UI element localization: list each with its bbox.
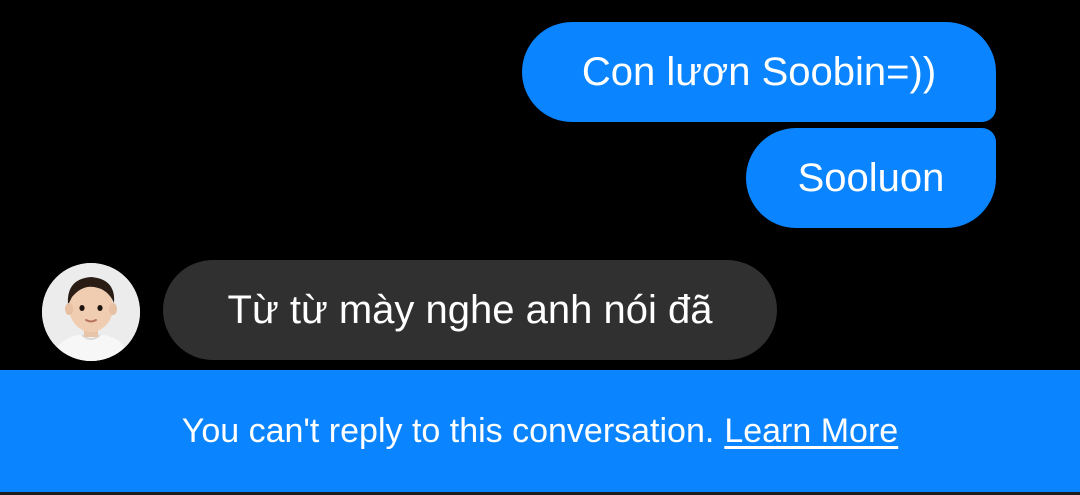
received-message-bubble[interactable]: Từ từ mày nghe anh nói đã (163, 260, 777, 360)
sent-message-bubble[interactable]: Sooluon (746, 128, 996, 228)
sent-message-bubble[interactable]: Con lươn Soobin=)) (522, 22, 996, 122)
reply-disabled-notice: You can't reply to this conversation. (181, 412, 715, 450)
learn-more-link[interactable]: Learn More (724, 412, 898, 451)
avatar-photo-icon (42, 263, 140, 361)
reply-disabled-banner: You can't reply to this conversation. Le… (0, 370, 1080, 493)
chat-screen: Con lươn Soobin=)) Sooluon Từ từ mày ngh… (0, 0, 1080, 495)
contact-avatar[interactable] (42, 263, 140, 361)
